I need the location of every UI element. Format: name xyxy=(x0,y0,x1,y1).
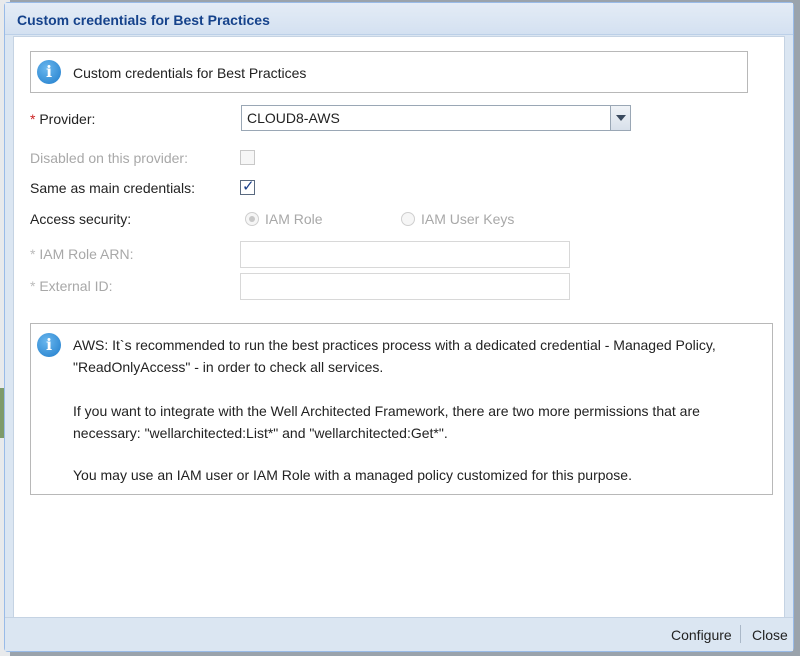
aws-info-line: AWS: It`s recommended to run the best pr… xyxy=(73,337,716,353)
provider-label: * Provider: xyxy=(30,111,95,127)
aws-info-line: "ReadOnlyAccess" - in order to check all… xyxy=(73,359,384,375)
same-as-main-label: Same as main credentials: xyxy=(30,180,195,196)
required-mark: * xyxy=(30,278,36,294)
dialog-titlebar[interactable]: Custom credentials for Best Practices xyxy=(5,3,793,35)
info-icon: i xyxy=(37,60,61,84)
external-id-label: * External ID: xyxy=(30,278,112,294)
dialog-title: Custom credentials for Best Practices xyxy=(17,12,270,28)
dialog-footer: Configure Close xyxy=(5,617,793,651)
same-as-main-checkbox[interactable]: ✓ xyxy=(240,178,255,195)
provider-select[interactable]: CLOUD8-AWS xyxy=(241,105,631,131)
iam-role-arn-label: * IAM Role ARN: xyxy=(30,246,133,262)
disabled-on-provider-checkbox[interactable] xyxy=(240,150,255,165)
configure-button[interactable]: Configure xyxy=(671,627,732,643)
external-id-input[interactable] xyxy=(240,273,570,300)
info-icon: i xyxy=(37,333,61,357)
chevron-down-icon[interactable] xyxy=(610,106,630,130)
iam-role-radio-label[interactable]: IAM Role xyxy=(265,211,323,227)
aws-info-line: necessary: "wellarchitected:List*" and "… xyxy=(73,425,448,441)
external-id-label-text: External ID: xyxy=(39,278,113,294)
required-mark: * xyxy=(30,111,36,127)
iam-role-arn-label-text: IAM Role ARN: xyxy=(39,246,134,262)
required-mark: * xyxy=(30,246,36,262)
provider-label-text: Provider: xyxy=(39,111,96,127)
aws-info-box: i AWS: It`s recommended to run the best … xyxy=(30,323,773,495)
iam-user-keys-radio-label[interactable]: IAM User Keys xyxy=(421,211,514,227)
footer-separator xyxy=(740,625,741,643)
iam-role-radio[interactable] xyxy=(245,212,259,226)
iam-role-arn-input[interactable] xyxy=(240,241,570,268)
header-info-box: i Custom credentials for Best Practices xyxy=(30,51,748,93)
access-security-label: Access security: xyxy=(30,211,132,227)
provider-select-value: CLOUD8-AWS xyxy=(247,110,340,126)
close-button[interactable]: Close xyxy=(752,627,788,643)
dialog-body: i Custom credentials for Best Practices … xyxy=(13,36,785,618)
iam-user-keys-radio[interactable] xyxy=(401,212,415,226)
disabled-on-provider-label: Disabled on this provider: xyxy=(30,150,188,166)
dialog-window: Custom credentials for Best Practices i … xyxy=(4,2,794,652)
aws-info-line: If you want to integrate with the Well A… xyxy=(73,403,700,419)
checkmark-icon: ✓ xyxy=(242,178,255,195)
aws-info-line: You may use an IAM user or IAM Role with… xyxy=(73,467,632,483)
header-info-text: Custom credentials for Best Practices xyxy=(73,65,307,81)
